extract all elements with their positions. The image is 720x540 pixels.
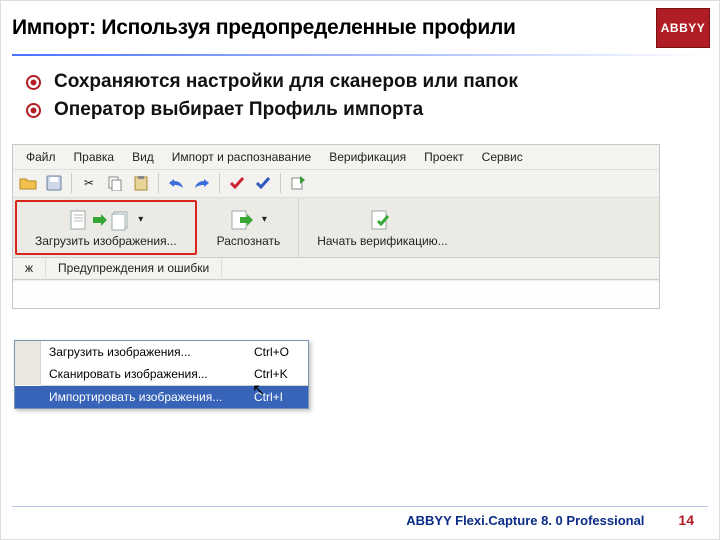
verify-button[interactable]: Начать верификацию... [299,198,465,257]
product-name: ABBYY Flexi.Capture 8. 0 Professional [26,513,644,528]
footer: ABBYY Flexi.Capture 8. 0 Professional 14 [0,512,720,528]
bullet-item: Сохраняются настройки для сканеров или п… [54,70,690,94]
shortcut: Ctrl+K [254,367,308,381]
page-icon [68,209,90,231]
chevron-down-icon[interactable]: ▾ [138,214,143,225]
shortcut: Ctrl+O [254,345,308,359]
doc-arrow-icon [230,209,254,231]
verify-label: Начать верификацию... [317,234,447,248]
cursor-icon: ↖ [252,380,265,400]
load-images-button[interactable]: ▾ Загрузить изображения... [15,200,197,255]
load-images-label: Загрузить изображения... [35,234,177,248]
recognize-label: Распознать [217,234,281,248]
page-number: 14 [678,512,694,528]
bullet-item: Оператор выбирает Профиль импорта [54,98,690,122]
stack-icon [110,209,132,231]
doc-check-icon [370,209,394,231]
recognize-button[interactable]: ▾ Распознать [199,198,300,257]
menu-item-load[interactable]: Загрузить изображения... Ctrl+O [15,341,308,363]
chevron-down-icon[interactable]: ▾ [262,214,267,225]
arrow-right-icon [92,213,108,227]
